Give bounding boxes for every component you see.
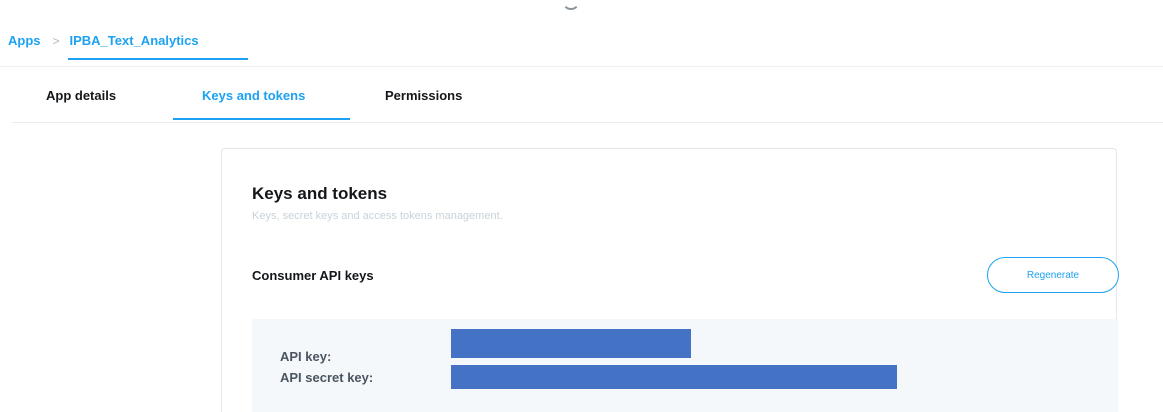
regenerate-button[interactable]: Regenerate xyxy=(987,257,1119,293)
api-key-redaction xyxy=(451,329,691,358)
app-tabs: App details Keys and tokens Permissions xyxy=(0,66,1163,124)
tab-permissions[interactable]: Permissions xyxy=(385,88,462,103)
api-key-label: API key: xyxy=(280,349,332,364)
api-secret-key-label: API secret key: xyxy=(280,370,374,385)
loading-spinner-icon xyxy=(562,0,580,10)
breadcrumb-separator-icon: > xyxy=(52,33,60,48)
active-tab-indicator xyxy=(173,118,350,120)
breadcrumb-active-indicator xyxy=(68,58,248,60)
tabs-divider xyxy=(12,122,1163,123)
breadcrumb: Apps > IPBA_Text_Analytics xyxy=(8,33,199,48)
breadcrumb-apps-link[interactable]: Apps xyxy=(8,33,41,48)
api-secret-key-redaction xyxy=(451,365,897,389)
consumer-keys-panel: API key: API secret key: xyxy=(252,319,1118,412)
consumer-api-keys-heading: Consumer API keys xyxy=(252,268,374,283)
tab-keys-and-tokens[interactable]: Keys and tokens xyxy=(202,88,305,103)
tab-app-details[interactable]: App details xyxy=(46,88,116,103)
app-page: Apps > IPBA_Text_Analytics App details K… xyxy=(0,0,1163,412)
keys-and-tokens-card: Keys and tokens Keys, secret keys and ac… xyxy=(221,148,1119,412)
breadcrumb-app-link[interactable]: IPBA_Text_Analytics xyxy=(70,33,199,48)
card-title: Keys and tokens xyxy=(252,184,388,203)
card-subtitle: Keys, secret keys and access tokens mana… xyxy=(252,210,503,222)
